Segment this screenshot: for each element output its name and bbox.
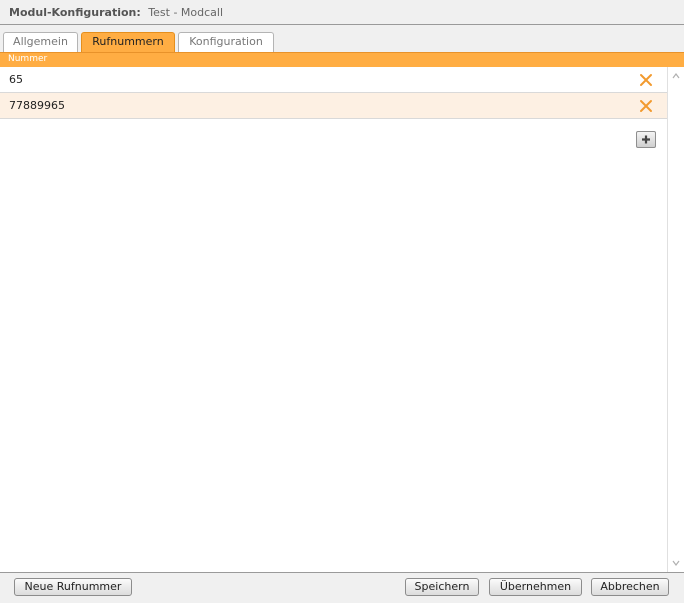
vertical-scrollbar[interactable] bbox=[667, 67, 684, 572]
save-button[interactable]: Speichern bbox=[405, 578, 479, 596]
tab-rufnummern[interactable]: Rufnummern bbox=[81, 32, 175, 52]
tab-konfiguration[interactable]: Konfiguration bbox=[178, 32, 274, 52]
window-title-bar: Modul-Konfiguration: Test - Modcall bbox=[0, 0, 684, 25]
table-row: 77889965 bbox=[0, 93, 667, 119]
apply-button[interactable]: Übernehmen bbox=[489, 578, 582, 596]
row-number: 77889965 bbox=[9, 99, 65, 112]
delete-icon[interactable] bbox=[638, 98, 654, 114]
window-title-label: Modul-Konfiguration: bbox=[9, 6, 141, 19]
tab-allgemein[interactable]: Allgemein bbox=[3, 32, 78, 52]
add-number-button[interactable] bbox=[636, 131, 656, 148]
number-list: 65 77889965 bbox=[0, 67, 667, 572]
delete-icon[interactable] bbox=[638, 72, 654, 88]
window-title-value: Test - Modcall bbox=[148, 6, 224, 19]
new-number-button[interactable]: Neue Rufnummer bbox=[14, 578, 132, 596]
scroll-up-icon[interactable] bbox=[672, 72, 680, 80]
table-row: 65 bbox=[0, 67, 667, 93]
row-number: 65 bbox=[9, 73, 23, 86]
footer-bar: Neue Rufnummer Speichern Übernehmen Abbr… bbox=[0, 572, 684, 603]
tab-bar: Allgemein Rufnummern Konfiguration bbox=[0, 25, 684, 52]
scroll-down-icon[interactable] bbox=[672, 559, 680, 567]
column-header-nummer: Nummer bbox=[0, 52, 684, 67]
cancel-button[interactable]: Abbrechen bbox=[591, 578, 669, 596]
plus-icon bbox=[642, 135, 650, 144]
